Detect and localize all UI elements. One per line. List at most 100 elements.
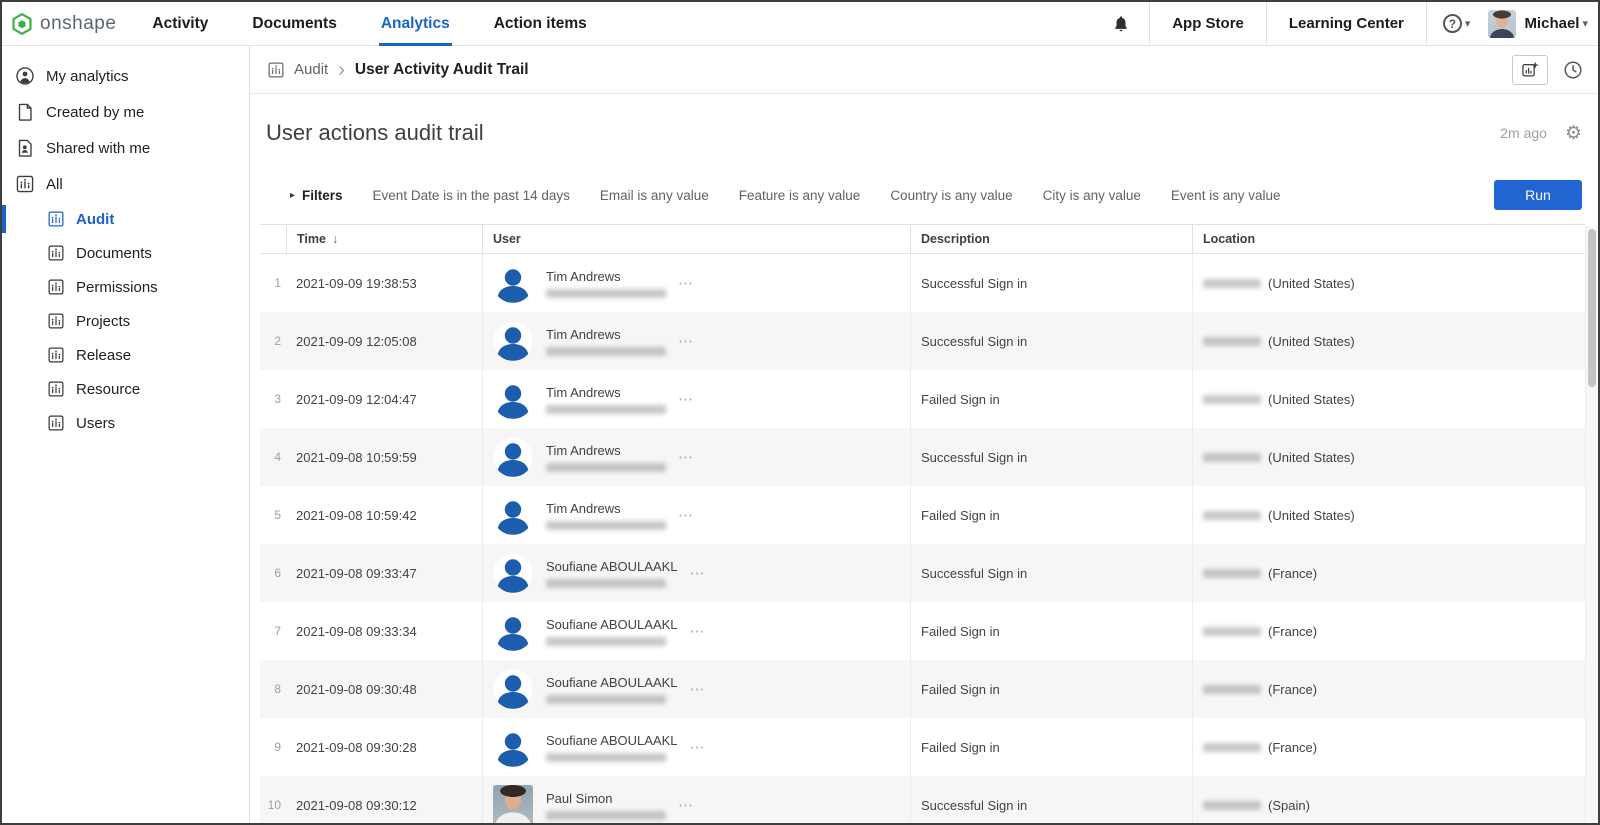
sidebar-subitem[interactable]: Permissions <box>2 270 249 304</box>
nav-item[interactable]: Analytics <box>379 2 452 46</box>
cell-time: 2021-09-08 09:30:12 <box>286 776 482 823</box>
user-avatar-icon <box>493 321 533 361</box>
user-avatar-icon <box>493 263 533 303</box>
user-email-redacted <box>546 753 666 762</box>
run-button[interactable]: Run <box>1494 180 1582 210</box>
row-menu-icon[interactable]: ⋯ <box>690 622 706 640</box>
gear-icon[interactable]: ⚙ <box>1565 124 1582 143</box>
row-menu-icon[interactable]: ⋯ <box>678 274 694 292</box>
country-label: (United States) <box>1268 334 1355 349</box>
cell-description: Failed Sign in <box>910 370 1192 428</box>
sidebar-item[interactable]: Created by me <box>2 94 249 130</box>
header-time[interactable]: Time ↓ <box>286 225 482 253</box>
filter-chip[interactable]: Feature is any value <box>739 188 861 203</box>
cell-location: (United States) <box>1192 428 1585 486</box>
sidebar-subitem[interactable]: Release <box>2 338 249 372</box>
nav-item[interactable]: Action items <box>492 2 589 46</box>
row-menu-icon[interactable]: ⋯ <box>690 564 706 582</box>
user-name: Paul Simon <box>546 791 666 806</box>
nav-item-label: Activity <box>152 15 208 33</box>
row-number: 6 <box>260 544 286 602</box>
table-row[interactable]: 2 2021-09-09 12:05:08 Tim Andrews <box>260 312 1585 370</box>
user-avatar[interactable] <box>1488 10 1516 38</box>
history-clock-icon[interactable] <box>1562 59 1584 81</box>
breadcrumb: Audit › User Activity Audit Trail <box>250 46 1598 94</box>
row-menu-icon[interactable]: ⋯ <box>678 332 694 350</box>
table-row[interactable]: 9 2021-09-08 09:30:28 Soufiane ABOULAAKL <box>260 718 1585 776</box>
country-label: (United States) <box>1268 508 1355 523</box>
filter-chip[interactable]: Event Date is in the past 14 days <box>373 188 570 203</box>
sidebar-subitem[interactable]: Users <box>2 406 249 440</box>
filter-chip[interactable]: Country is any value <box>890 188 1012 203</box>
table-header: Time ↓ User Description Location <box>260 224 1585 254</box>
cell-time: 2021-09-09 12:05:08 <box>286 312 482 370</box>
table-row[interactable]: 3 2021-09-09 12:04:47 Tim Andrews <box>260 370 1585 428</box>
notifications-bell-icon[interactable] <box>1111 14 1131 34</box>
cell-location: (France) <box>1192 544 1585 602</box>
table-row[interactable]: 6 2021-09-08 09:33:47 Soufiane ABOULAAKL <box>260 544 1585 602</box>
country-label: (Spain) <box>1268 798 1310 813</box>
row-menu-icon[interactable]: ⋯ <box>678 448 694 466</box>
user-avatar-icon <box>493 553 533 593</box>
onshape-logo[interactable]: onshape <box>10 12 116 36</box>
chart-icon <box>46 413 66 433</box>
nav-item[interactable]: Documents <box>250 2 338 46</box>
row-menu-icon[interactable]: ⋯ <box>678 390 694 408</box>
nav-item[interactable]: Activity <box>150 2 210 46</box>
user-menu[interactable]: Michael <box>1524 15 1579 32</box>
filter-chip[interactable]: Event is any value <box>1171 188 1281 203</box>
user-name: Tim Andrews <box>546 327 666 342</box>
table-row[interactable]: 1 2021-09-09 19:38:53 Tim Andrews <box>260 254 1585 312</box>
row-menu-icon[interactable]: ⋯ <box>678 506 694 524</box>
filter-chip[interactable]: Email is any value <box>600 188 709 203</box>
header-description[interactable]: Description <box>910 225 1192 253</box>
sidebar-item[interactable]: Shared with me <box>2 130 249 166</box>
expand-triangle-icon: ▸ <box>290 190 295 201</box>
table-row[interactable]: 10 2021-09-08 09:30:12 Paul Simon <box>260 776 1585 823</box>
app-store-link[interactable]: App Store <box>1150 2 1266 46</box>
add-report-button[interactable] <box>1512 55 1548 85</box>
title-row: User actions audit trail 2m ago ⚙ <box>250 94 1598 166</box>
city-redacted <box>1203 743 1261 752</box>
user-meta: Tim Andrews <box>546 269 666 298</box>
cell-user: Tim Andrews ⋯ <box>482 254 910 312</box>
help-menu[interactable]: ? ▾ <box>1443 14 1471 33</box>
row-number: 7 <box>260 602 286 660</box>
table-row[interactable]: 5 2021-09-08 10:59:42 Tim Andrews <box>260 486 1585 544</box>
country-label: (France) <box>1268 740 1317 755</box>
filters-toggle[interactable]: ▸ Filters <box>290 188 343 203</box>
sidebar-item[interactable]: My analytics <box>2 58 249 94</box>
row-number: 8 <box>260 660 286 718</box>
table-row[interactable]: 7 2021-09-08 09:33:34 Soufiane ABOULAAKL <box>260 602 1585 660</box>
learning-center-link[interactable]: Learning Center <box>1267 2 1426 46</box>
user-name: Tim Andrews <box>546 385 666 400</box>
main-content: Audit › User Activity Audit Trail User a… <box>250 46 1598 823</box>
table-row[interactable]: 8 2021-09-08 09:30:48 Soufiane ABOULAAKL <box>260 660 1585 718</box>
top-navbar: onshape Activity Documents Analytics Act… <box>2 2 1598 46</box>
row-menu-icon[interactable]: ⋯ <box>690 738 706 756</box>
table-body: 1 2021-09-09 19:38:53 Tim Andrews <box>260 254 1585 823</box>
filter-chip[interactable]: City is any value <box>1043 188 1141 203</box>
sidebar-subitem[interactable]: Documents <box>2 236 249 270</box>
cell-description: Successful Sign in <box>910 428 1192 486</box>
sidebar-subitem[interactable]: Resource <box>2 372 249 406</box>
table-row[interactable]: 4 2021-09-08 10:59:59 Tim Andrews <box>260 428 1585 486</box>
header-location[interactable]: Location <box>1192 225 1585 253</box>
header-user[interactable]: User <box>482 225 910 253</box>
cell-time: 2021-09-08 09:30:28 <box>286 718 482 776</box>
sidebar-subitem[interactable]: Audit <box>2 202 249 236</box>
country-label: (United States) <box>1268 450 1355 465</box>
user-meta: Tim Andrews <box>546 501 666 530</box>
row-menu-icon[interactable]: ⋯ <box>678 796 694 814</box>
breadcrumb-parent[interactable]: Audit <box>294 61 328 78</box>
cell-user: Soufiane ABOULAAKL ⋯ <box>482 718 910 776</box>
cell-location: (France) <box>1192 660 1585 718</box>
row-menu-icon[interactable]: ⋯ <box>690 680 706 698</box>
sidebar-item-label: My analytics <box>46 68 129 85</box>
sidebar-subitem[interactable]: Projects <box>2 304 249 338</box>
cell-time: 2021-09-08 09:30:48 <box>286 660 482 718</box>
scrollbar-thumb[interactable] <box>1588 229 1596 387</box>
row-number: 10 <box>260 776 286 823</box>
vertical-scrollbar[interactable] <box>1585 226 1598 823</box>
sidebar-item[interactable]: All <box>2 166 249 202</box>
